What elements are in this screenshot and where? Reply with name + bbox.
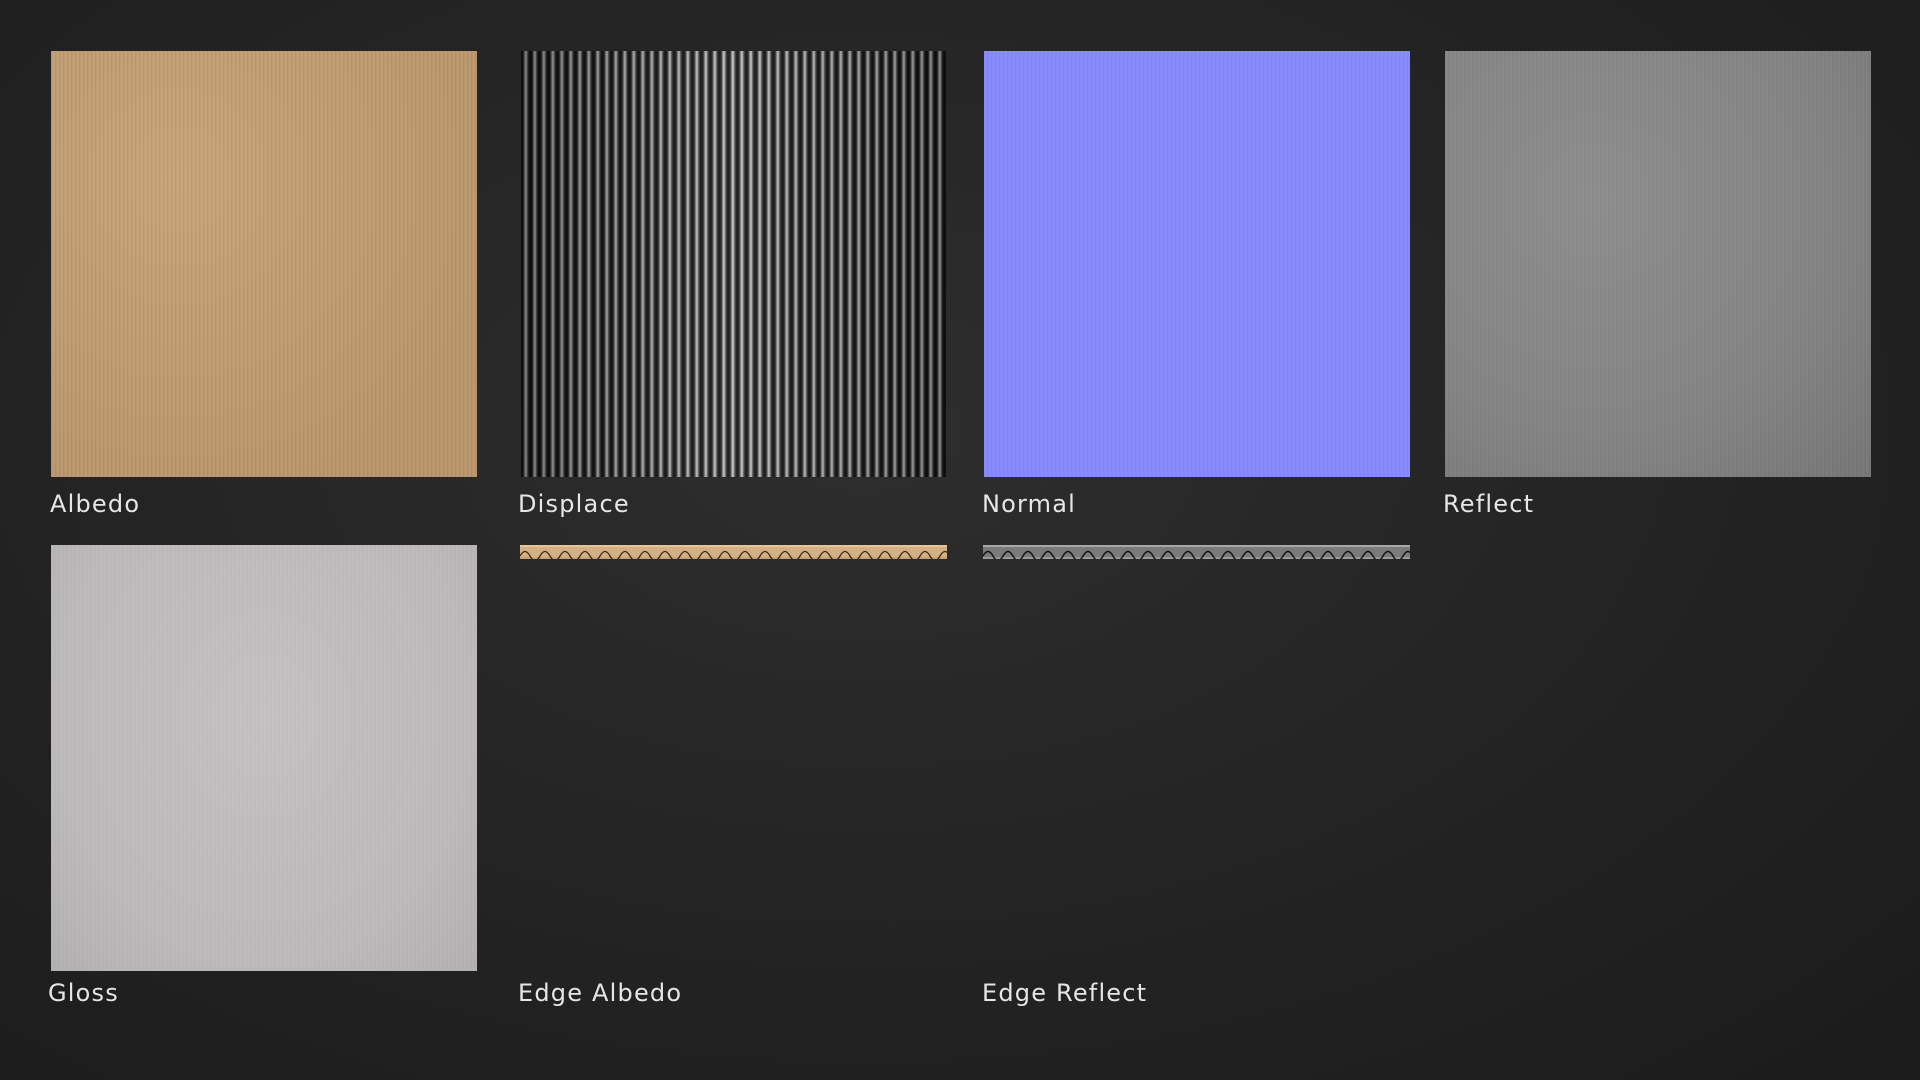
normal-swatch xyxy=(984,51,1410,477)
reflect-swatch xyxy=(1445,51,1871,477)
edge-albedo-strip xyxy=(520,545,947,559)
edge-reflect-label: Edge Reflect xyxy=(982,979,1148,1007)
reflect-label: Reflect xyxy=(1443,490,1535,518)
normal-label: Normal xyxy=(982,490,1077,518)
edge-albedo-flute-icon xyxy=(520,545,947,559)
albedo-swatch xyxy=(51,51,477,477)
edge-albedo-label: Edge Albedo xyxy=(518,979,683,1007)
edge-reflect-strip xyxy=(983,545,1410,559)
displace-swatch xyxy=(521,51,946,477)
gloss-swatch xyxy=(51,545,477,971)
albedo-label: Albedo xyxy=(50,490,141,518)
displace-label: Displace xyxy=(518,490,630,518)
texture-sheet: { "swatches": [ {"id": "albedo", "label"… xyxy=(0,0,1920,1080)
gloss-label: Gloss xyxy=(48,979,119,1007)
edge-reflect-flute-icon xyxy=(983,545,1410,559)
